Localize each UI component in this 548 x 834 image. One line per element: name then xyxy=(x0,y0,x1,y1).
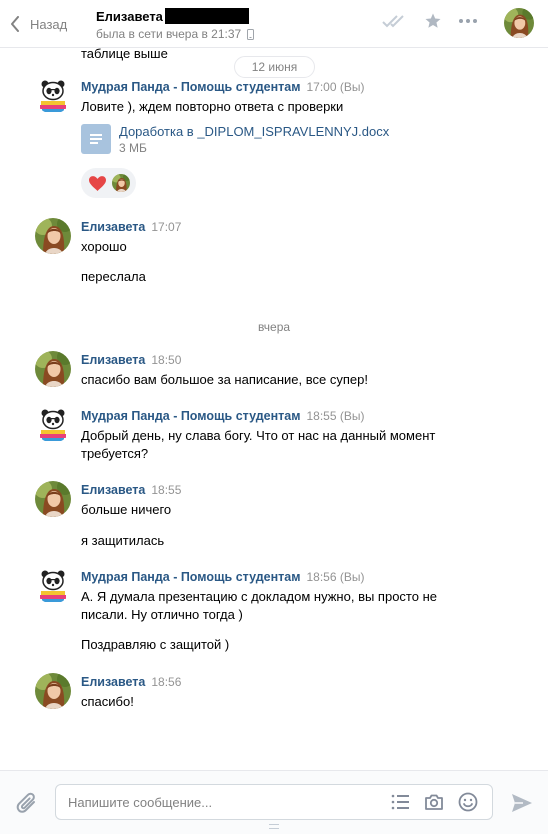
author-name: Мудрая Панда - Помощь студентам xyxy=(81,570,301,584)
message-time: 17:00 (Вы) xyxy=(306,80,365,94)
message-item[interactable]: Мудрая Панда - Помощь студентам 18:55 (Вы… xyxy=(0,407,548,467)
message-input-box[interactable] xyxy=(55,784,493,820)
message-text: спасибо вам большое за написание, все су… xyxy=(81,372,368,387)
message-text: Добрый день, ну слава богу. Что от нас н… xyxy=(81,428,436,461)
message-item[interactable]: Елизавета 18:55 больше ничего я защитилас… xyxy=(0,481,548,551)
double-check-icon[interactable] xyxy=(382,14,408,28)
peer-name[interactable]: Елизавета xyxy=(96,8,249,24)
peer-status: была в сети вчера в 21:37 xyxy=(96,27,255,41)
message-text: переслала xyxy=(81,269,146,284)
message-text: А. Я думала презентацию с докладом нужно… xyxy=(81,589,437,622)
date-separator: 12 июня xyxy=(234,56,315,78)
author-name: Мудрая Панда - Помощь студентам xyxy=(81,80,301,94)
peer-name-text: Елизавета xyxy=(96,8,163,24)
message-time: 17:07 xyxy=(151,220,182,234)
message-text: спасибо! xyxy=(81,694,134,709)
reactions-bar[interactable] xyxy=(81,168,136,198)
message-author[interactable]: Мудрая Панда - Помощь студентам 18:55 (Вы… xyxy=(81,409,364,423)
paperclip-icon[interactable] xyxy=(16,791,38,815)
avatar[interactable] xyxy=(35,218,71,254)
avatar[interactable] xyxy=(35,673,71,709)
smile-icon[interactable] xyxy=(458,792,478,812)
message-author[interactable]: Елизавета 18:55 xyxy=(81,483,181,497)
star-icon[interactable] xyxy=(424,12,442,30)
message-item[interactable]: Мудрая Панда - Помощь студентам 18:56 (Вы… xyxy=(0,568,548,658)
file-attachment[interactable]: Доработка в _DIPLOM_ISPRAVLENNYJ.docx 3 … xyxy=(81,124,389,156)
author-name: Елизавета xyxy=(81,353,146,367)
author-name: Мудрая Панда - Помощь студентам xyxy=(81,409,301,423)
message-text: Ловите ), ждем повторно ответа с проверк… xyxy=(81,99,344,114)
author-name: Елизавета xyxy=(81,220,146,234)
avatar[interactable] xyxy=(35,568,71,604)
message-author[interactable]: Мудрая Панда - Помощь студентам 17:00 (Вы… xyxy=(81,80,364,94)
message-time: 18:55 (Вы) xyxy=(306,409,365,423)
back-label: Назад xyxy=(30,16,68,32)
avatar[interactable] xyxy=(35,351,71,387)
document-icon xyxy=(81,124,111,154)
message-author[interactable]: Елизавета 18:50 xyxy=(81,353,181,367)
message-feed[interactable]: таблице выше 12 июня Мудрая Панда - Помо… xyxy=(0,48,548,770)
message-text: Поздравляю с защитой ) xyxy=(81,637,230,652)
send-icon[interactable] xyxy=(511,793,533,813)
redaction-bar xyxy=(164,8,249,24)
peer-avatar[interactable] xyxy=(504,8,534,38)
message-author[interactable]: Елизавета 18:56 xyxy=(81,675,181,689)
author-name: Елизавета xyxy=(81,483,146,497)
chevron-left-icon xyxy=(11,16,19,32)
file-name[interactable]: Доработка в _DIPLOM_ISPRAVLENNYJ.docx xyxy=(119,124,389,140)
message-time: 18:55 xyxy=(151,483,182,497)
back-button[interactable]: Назад xyxy=(10,14,67,34)
message-item[interactable]: Елизавета 18:56 спасибо! xyxy=(0,673,548,715)
message-text: хорошо xyxy=(81,239,127,254)
date-separator: вчера xyxy=(257,320,291,334)
peer-status-text: была в сети вчера в 21:37 xyxy=(96,27,242,41)
message-author[interactable]: Мудрая Панда - Помощь студентам 18:56 (Вы… xyxy=(81,570,364,584)
list-icon[interactable] xyxy=(390,792,410,812)
message-time: 18:50 xyxy=(151,353,182,367)
phone-icon xyxy=(247,28,255,40)
message-time: 18:56 (Вы) xyxy=(306,570,365,584)
reaction-avatar xyxy=(112,174,130,192)
avatar[interactable] xyxy=(35,407,71,443)
author-name: Елизавета xyxy=(81,675,146,689)
camera-icon[interactable] xyxy=(424,792,444,812)
message-text: таблице выше xyxy=(81,48,168,61)
message-time: 18:56 xyxy=(151,675,182,689)
message-item[interactable]: Елизавета 18:50 спасибо вам большое за на… xyxy=(0,351,548,393)
chat-header: Назад Елизавета была в сети вчера в 21:3… xyxy=(0,0,548,48)
header-actions xyxy=(382,12,478,30)
more-icon[interactable] xyxy=(458,18,478,24)
message-item[interactable]: Елизавета 17:07 хорошо переслала xyxy=(0,218,548,290)
heart-icon xyxy=(89,175,106,191)
message-text: я защитилась xyxy=(81,533,165,548)
avatar[interactable] xyxy=(35,78,71,114)
file-size: 3 МБ xyxy=(119,141,147,155)
message-text: больше ничего xyxy=(81,502,172,517)
message-author[interactable]: Елизавета 17:07 xyxy=(81,220,181,234)
avatar[interactable] xyxy=(35,481,71,517)
resize-handle[interactable] xyxy=(269,824,279,829)
message-input[interactable] xyxy=(68,793,368,811)
